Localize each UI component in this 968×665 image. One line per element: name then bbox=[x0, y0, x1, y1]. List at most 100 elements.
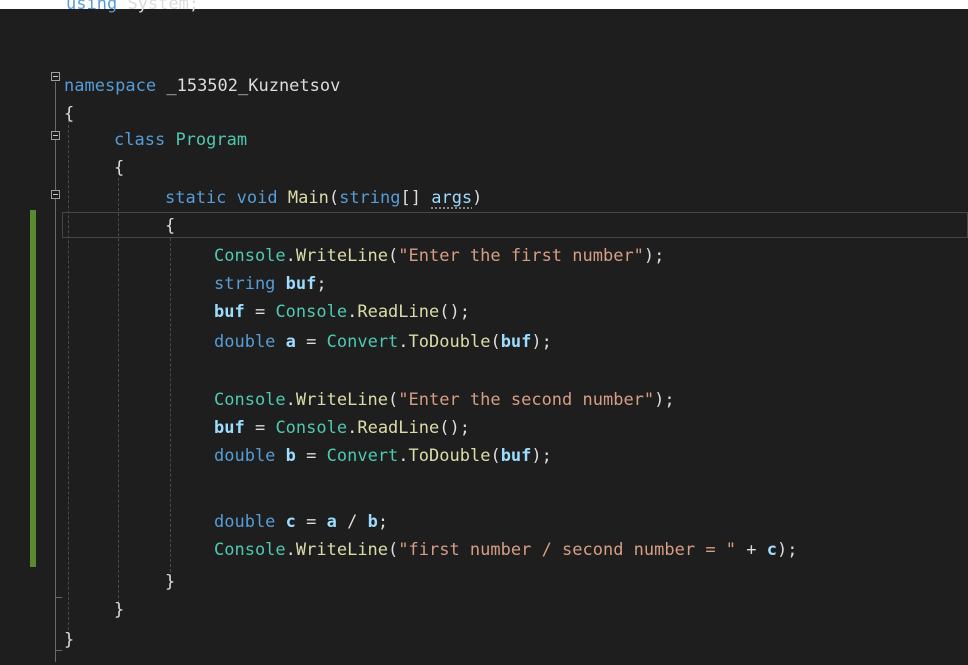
code-token: ; bbox=[188, 0, 200, 14]
code-editor[interactable]: using System; namespace _153502_Kuznetsov… bbox=[0, 0, 968, 665]
code-token: = bbox=[295, 332, 327, 352]
code-line[interactable]: static void Main(string[] args) bbox=[165, 185, 482, 211]
code-line[interactable]: string buf; bbox=[214, 271, 327, 297]
indent-guide bbox=[170, 238, 171, 582]
code-token: ( bbox=[388, 246, 399, 266]
code-line[interactable]: Console.WriteLine("first number / second… bbox=[214, 537, 798, 563]
code-token: (); bbox=[439, 302, 470, 322]
code-token: buf bbox=[214, 418, 245, 438]
code-line[interactable]: Console.WriteLine("Enter the first numbe… bbox=[214, 243, 664, 269]
code-token: { bbox=[165, 216, 176, 236]
code-token: ); bbox=[777, 540, 798, 560]
code-token: = bbox=[244, 418, 276, 438]
code-token: namespace bbox=[64, 76, 157, 96]
code-token: Console bbox=[275, 302, 348, 322]
code-token: ( bbox=[388, 540, 399, 560]
code-token: { bbox=[114, 158, 125, 178]
code-token: . bbox=[347, 418, 358, 438]
code-token: static bbox=[165, 188, 227, 208]
code-token: / bbox=[336, 512, 368, 532]
code-line[interactable]: { bbox=[64, 101, 74, 127]
code-token: string bbox=[214, 274, 276, 294]
code-token: a bbox=[285, 332, 296, 352]
code-token: Console bbox=[214, 540, 286, 560]
code-token: _153502_Kuznetsov bbox=[156, 76, 341, 96]
code-line[interactable]: class Program bbox=[114, 127, 247, 153]
code-token: ToDouble bbox=[408, 446, 491, 466]
code-token: . bbox=[285, 390, 296, 410]
code-token: "Enter the second number" bbox=[398, 390, 655, 410]
code-line[interactable]: buf = Console.ReadLine(); bbox=[214, 299, 470, 325]
code-token: ); bbox=[643, 246, 665, 266]
code-token: + bbox=[736, 540, 767, 560]
code-line[interactable]: { bbox=[114, 155, 124, 181]
code-line[interactable]: namespace _153502_Kuznetsov bbox=[64, 73, 340, 99]
code-token: WriteLine bbox=[295, 246, 389, 266]
collapse-method-icon[interactable] bbox=[51, 190, 60, 199]
code-token: ; bbox=[316, 274, 327, 294]
code-token: Main bbox=[287, 188, 329, 208]
code-token: buf bbox=[500, 332, 532, 352]
code-token: buf bbox=[285, 274, 317, 294]
code-token: args bbox=[431, 188, 473, 208]
code-token: . bbox=[398, 446, 409, 466]
code-token: buf bbox=[214, 302, 245, 322]
code-line[interactable]: double b = Convert.ToDouble(buf); bbox=[214, 443, 552, 469]
code-token: ( bbox=[490, 446, 501, 466]
code-token: class bbox=[114, 130, 166, 150]
code-token: ); bbox=[531, 332, 552, 352]
code-line[interactable]: buf = Console.ReadLine(); bbox=[214, 415, 470, 441]
code-line[interactable]: double c = a / b; bbox=[214, 509, 388, 535]
editor-gutter bbox=[0, 9, 34, 665]
code-token: WriteLine bbox=[295, 390, 389, 410]
code-token: . bbox=[285, 246, 296, 266]
code-token: } bbox=[165, 572, 176, 592]
code-token: ; bbox=[377, 512, 389, 532]
code-token: string bbox=[339, 188, 401, 208]
code-token: WriteLine bbox=[295, 540, 389, 560]
code-token: "first number / second number = " bbox=[398, 540, 737, 560]
collapse-namespace-icon[interactable] bbox=[51, 72, 60, 81]
code-token: ReadLine bbox=[357, 302, 440, 322]
code-token: double bbox=[214, 332, 276, 352]
code-token: double bbox=[214, 512, 276, 532]
outline-line-end bbox=[55, 597, 62, 598]
code-token: "Enter the first number" bbox=[398, 246, 644, 266]
change-tracking-bar bbox=[30, 210, 36, 567]
code-token: a bbox=[326, 512, 337, 532]
code-token: ( bbox=[490, 332, 501, 352]
code-token: c bbox=[285, 512, 296, 532]
code-token: ); bbox=[654, 390, 675, 410]
code-line[interactable]: } bbox=[114, 597, 124, 623]
code-token: = bbox=[244, 302, 276, 322]
code-line[interactable]: double a = Convert.ToDouble(buf); bbox=[214, 329, 552, 355]
code-token: System bbox=[127, 0, 189, 14]
indent-guide bbox=[68, 120, 69, 640]
code-token: } bbox=[64, 630, 75, 650]
code-line[interactable]: } bbox=[64, 627, 74, 653]
code-token: . bbox=[398, 332, 409, 352]
code-line[interactable]: { bbox=[165, 213, 175, 239]
code-line[interactable]: using System; bbox=[66, 0, 199, 17]
code-token: ReadLine bbox=[357, 418, 440, 438]
code-token: Program bbox=[175, 130, 248, 150]
code-token: . bbox=[285, 540, 296, 560]
code-token: c bbox=[766, 540, 778, 560]
code-token: double bbox=[214, 446, 276, 466]
collapse-class-icon[interactable] bbox=[51, 131, 60, 140]
code-token: [] bbox=[400, 188, 432, 208]
outline-line-end bbox=[55, 650, 62, 651]
code-token: Console bbox=[214, 390, 286, 410]
code-token: b bbox=[285, 446, 296, 466]
code-line[interactable]: Console.WriteLine("Enter the second numb… bbox=[214, 387, 675, 413]
code-line[interactable]: } bbox=[165, 569, 175, 595]
code-token: Convert bbox=[326, 332, 399, 352]
code-token: void bbox=[236, 188, 278, 208]
